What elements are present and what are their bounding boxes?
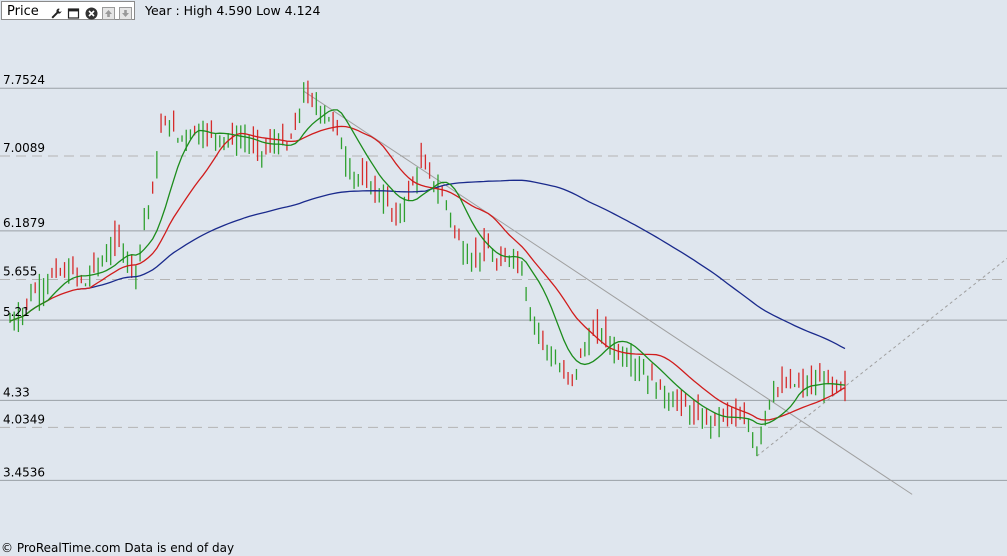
y-tick-label: 6.1879	[3, 216, 45, 230]
y-tick-label: 5.21	[3, 305, 30, 319]
ma-long-line	[77, 179, 846, 350]
panel-title: Price	[7, 4, 39, 19]
y-tick-label: 3.4536	[3, 465, 45, 479]
grid-layer	[0, 87, 1007, 481]
y-tick-label: 5.655	[3, 265, 37, 279]
footer-credit: © ProRealTime.com Data is end of day	[1, 541, 235, 555]
window-icon[interactable]	[67, 5, 80, 19]
panel-header: Price	[1, 1, 135, 20]
move-down-icon[interactable]	[119, 5, 132, 20]
close-icon[interactable]	[85, 5, 98, 20]
chart-panel: 7.7524 7.0089 6.1879 5.655 5.21 4.33 4.0349 3.4…	[0, 0, 1007, 556]
y-tick-label: 4.0349	[3, 412, 45, 426]
price-range-info: Year : High 4.590 Low 4.124	[145, 3, 321, 18]
wrench-icon[interactable]	[50, 5, 63, 19]
trendline	[756, 257, 1007, 457]
trendline	[303, 90, 913, 495]
candle-layer	[9, 80, 846, 457]
price-chart: 7.7524 7.0089 6.1879 5.655 5.21 4.33 4.0349 3.4…	[0, 73, 1007, 495]
y-axis-labels: 7.7524 7.0089 6.1879 5.655 5.21 4.33 4.0349 3.4…	[3, 73, 45, 479]
y-tick-label: 7.0089	[3, 141, 45, 155]
trendline-layer	[303, 90, 1007, 495]
y-tick-label: 7.7524	[3, 73, 45, 87]
y-tick-label: 4.33	[3, 385, 30, 399]
move-up-icon[interactable]	[102, 5, 115, 20]
